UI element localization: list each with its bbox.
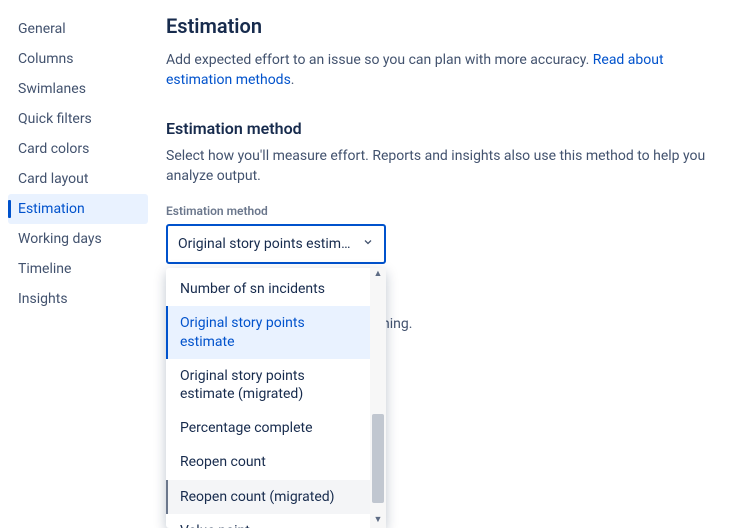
dropdown-option[interactable]: Percentage complete <box>166 411 370 445</box>
page-intro: Add expected effort to an issue so you c… <box>166 50 718 91</box>
scroll-up-arrow-icon[interactable]: ▲ <box>370 268 386 282</box>
intro-text: Add expected effort to an issue so you c… <box>166 52 593 68</box>
select-value: Original story points estima... <box>178 236 354 252</box>
estimation-method-select[interactable]: Original story points estima... <box>166 224 386 264</box>
sidebar-item-timeline[interactable]: Timeline <box>8 254 148 284</box>
dropdown-option[interactable]: Reopen count (migrated) <box>166 480 370 514</box>
dropdown-option[interactable]: Original story points estimate (migrated… <box>166 359 370 411</box>
sidebar-item-card-layout[interactable]: Card layout <box>8 164 148 194</box>
sidebar-item-swimlanes[interactable]: Swimlanes <box>8 74 148 104</box>
dropdown-scrollbar[interactable]: ▲ ▼ <box>370 268 386 528</box>
sidebar-item-general[interactable]: General <box>8 14 148 44</box>
main-content: Estimation Add expected effort to an iss… <box>156 0 734 526</box>
sidebar-item-working-days[interactable]: Working days <box>8 224 148 254</box>
estimation-method-field: Original story points estima... Number o… <box>166 224 386 264</box>
sidebar-item-card-colors[interactable]: Card colors <box>8 134 148 164</box>
scroll-track[interactable] <box>370 282 386 514</box>
chevron-down-icon <box>362 236 374 252</box>
dropdown-option[interactable]: Number of sn incidents <box>166 272 370 306</box>
dropdown-option[interactable]: Original story points estimate <box>166 306 370 358</box>
dropdown-listbox[interactable]: Number of sn incidents Original story po… <box>166 268 370 528</box>
sidebar-item-columns[interactable]: Columns <box>8 44 148 74</box>
estimation-method-dropdown: Number of sn incidents Original story po… <box>166 268 386 528</box>
sidebar-item-quick-filters[interactable]: Quick filters <box>8 104 148 134</box>
sidebar-item-estimation[interactable]: Estimation <box>8 194 148 224</box>
intro-period: . <box>291 72 295 88</box>
dropdown-option[interactable]: Reopen count <box>166 445 370 479</box>
section-description: Select how you'll measure effort. Report… <box>166 146 718 187</box>
page-title: Estimation <box>166 14 718 38</box>
field-label: Estimation method <box>166 204 718 218</box>
sidebar-item-insights[interactable]: Insights <box>8 284 148 314</box>
settings-sidebar: General Columns Swimlanes Quick filters … <box>0 0 156 526</box>
section-heading: Estimation method <box>166 119 718 138</box>
scroll-thumb[interactable] <box>372 414 384 502</box>
